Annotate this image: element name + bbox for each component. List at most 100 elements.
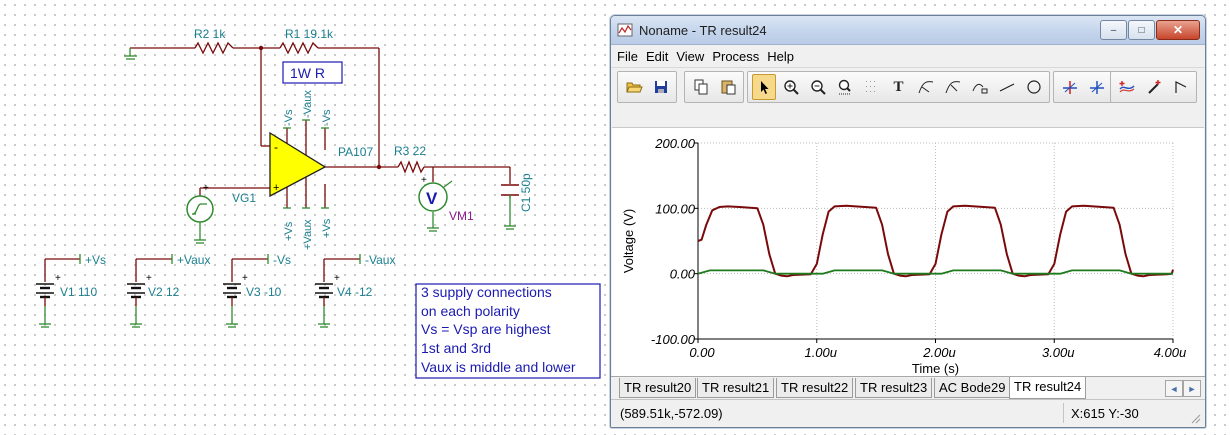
battery-v2-icon[interactable] <box>127 283 145 306</box>
opamp-plus-sign: + <box>273 182 279 194</box>
voltmeter-symbol: V <box>426 189 438 208</box>
x-tick-label-4: 4.00u <box>1154 345 1187 360</box>
r1-label: R1 19.1k <box>285 27 334 41</box>
vg1-label: VG1 <box>232 191 256 205</box>
curve-label-icon[interactable] <box>914 74 938 100</box>
tab-tr-result23[interactable]: TR result23 <box>855 378 933 398</box>
zoom-out-icon[interactable] <box>806 74 830 100</box>
x-tick-label-2: 2.00u <box>922 345 956 360</box>
opamp-bottom-pin-3: +Vs <box>321 218 333 238</box>
flag-icon[interactable] <box>1169 74 1193 100</box>
tr-result-window[interactable]: Noname - TR result24 – □ ✕ File Edit Vie… <box>610 15 1206 428</box>
text-icon[interactable]: T <box>887 74 911 100</box>
tab-scroll-left-icon[interactable]: ◄ <box>1165 380 1183 397</box>
plot-area[interactable]: 200.00 100.00 0.00 -100.00 0.00 1.00u 2.00u 3.0… <box>612 127 1204 376</box>
resistor-r1-icon[interactable] <box>279 41 319 55</box>
save-icon[interactable] <box>649 74 673 100</box>
tab-scroll-right-icon[interactable]: ► <box>1183 380 1201 397</box>
maximize-button[interactable]: □ <box>1128 20 1155 40</box>
y-tick-label-2: 0.00 <box>670 267 696 282</box>
capacitor-c1-icon[interactable] <box>501 184 519 198</box>
zoom-fit-icon[interactable] <box>833 74 857 100</box>
opamp-top-pin-1: -Vs <box>283 109 295 126</box>
paste-icon[interactable] <box>716 74 740 100</box>
result-tabs: TR result20 TR result21 TR result22 TR r… <box>611 376 1205 399</box>
supply-v4-label: V4 -12 <box>337 285 373 299</box>
battery-v3-icon[interactable] <box>223 283 241 306</box>
resistor-r2-icon[interactable] <box>194 41 234 55</box>
curve-label-2-icon[interactable] <box>941 74 965 100</box>
battery-v1-icon[interactable] <box>36 283 54 306</box>
menu-help[interactable]: Help <box>763 47 798 66</box>
x-tick-label-1: 1.00u <box>804 345 837 360</box>
power-note-text: 1W R <box>290 65 325 81</box>
status-bar: (589.51k,-572.09) X:615 Y:-30 <box>611 399 1205 427</box>
vm1-label: VM1 <box>449 209 474 223</box>
note-line-5: Vaux is middle and lower <box>421 359 576 375</box>
status-coordinates: (589.51k,-572.09) <box>620 406 723 421</box>
resistor-r3-icon[interactable] <box>397 160 425 174</box>
vm1-plus-sign: + <box>421 175 427 186</box>
grid-icon[interactable] <box>860 74 884 100</box>
supply-v4-net: -Vaux <box>365 253 395 267</box>
battery-v4-icon[interactable] <box>315 283 333 306</box>
cursor-a-icon[interactable] <box>1058 74 1082 100</box>
supply-v3-net: -Vs <box>273 253 291 267</box>
zoom-in-icon[interactable] <box>779 74 803 100</box>
note-line-4: 1st and 3rd <box>421 340 491 356</box>
minimize-button[interactable]: – <box>1100 20 1127 40</box>
note-line-1: 3 supply connections <box>421 284 552 300</box>
circle-icon[interactable] <box>1022 74 1046 100</box>
schematic-canvas[interactable]: - + + V + + + + + R2 1k R1 19.1k PA107 R… <box>0 0 610 435</box>
opamp-top-pin-2: -Vaux <box>302 90 314 118</box>
y-tick-label-0: 200.00 <box>654 136 696 151</box>
curve-select-icon[interactable] <box>1115 74 1139 100</box>
open-folder-icon[interactable] <box>622 74 646 100</box>
voltage-chart[interactable]: 200.00100.000.00-100.000.00 1.00u 2.00u 3.0… <box>612 128 1204 376</box>
supply-v1-label: V1 110 <box>60 285 97 299</box>
v2-plus-sign: + <box>146 273 152 284</box>
copy-icon[interactable] <box>689 74 713 100</box>
v1-plus-sign: + <box>55 273 61 284</box>
menu-edit[interactable]: Edit <box>642 47 672 66</box>
resize-grip-icon[interactable] <box>1191 414 1201 424</box>
tab-ac-bode29[interactable]: AC Bode29 <box>934 378 1011 398</box>
cursor-b-icon[interactable] <box>1085 74 1109 100</box>
tab-tr-result22[interactable]: TR result22 <box>776 378 854 398</box>
signal-generator-vg1-icon[interactable] <box>186 195 214 223</box>
menu-bar: File Edit View Process Help <box>611 45 1205 67</box>
curve-marker-icon[interactable] <box>968 74 992 100</box>
c1-label: C1 50p <box>519 173 533 212</box>
pen-icon[interactable] <box>1142 74 1166 100</box>
supply-v2-label: V2 12 <box>148 285 180 299</box>
opamp-top-pin-3: -Vs <box>321 109 333 126</box>
status-cursor-position: X:615 Y:-30 <box>1071 406 1139 421</box>
opamp-minus-sign: - <box>274 140 278 154</box>
tab-tr-result21[interactable]: TR result21 <box>697 378 775 398</box>
y-axis-label: Voltage (V) <box>621 209 636 273</box>
menu-file[interactable]: File <box>613 47 642 66</box>
title-bar[interactable]: Noname - TR result24 – □ ✕ <box>611 16 1205 45</box>
pointer-icon[interactable] <box>751 74 776 100</box>
note-line-3: Vs = Vsp are highest <box>421 321 551 337</box>
app-icon <box>617 23 633 37</box>
opamp-bottom-pin-2: +Vaux <box>302 219 314 250</box>
vg1-plus-sign: + <box>203 183 209 194</box>
window-title: Noname - TR result24 <box>639 23 767 38</box>
tab-tr-result24[interactable]: TR result24 <box>1009 377 1087 399</box>
menu-process[interactable]: Process <box>708 47 763 66</box>
v3-plus-sign: + <box>242 273 248 284</box>
menu-view[interactable]: View <box>672 47 708 66</box>
line-icon[interactable] <box>995 74 1019 100</box>
x-axis-label: Time (s) <box>912 361 959 376</box>
toolbar: T <box>611 67 1205 106</box>
r2-label: R2 1k <box>194 27 226 41</box>
supply-v1-net: +Vs <box>85 253 106 267</box>
series-line-0 <box>697 204 1174 278</box>
y-tick-label-1: 100.00 <box>655 201 696 216</box>
opamp-bottom-pin-1: +Vs <box>283 221 295 241</box>
x-tick-label-3: 3.00u <box>1042 345 1075 360</box>
close-button[interactable]: ✕ <box>1156 20 1200 40</box>
opamp-label: PA107 <box>338 145 373 159</box>
tab-tr-result20[interactable]: TR result20 <box>619 378 697 398</box>
